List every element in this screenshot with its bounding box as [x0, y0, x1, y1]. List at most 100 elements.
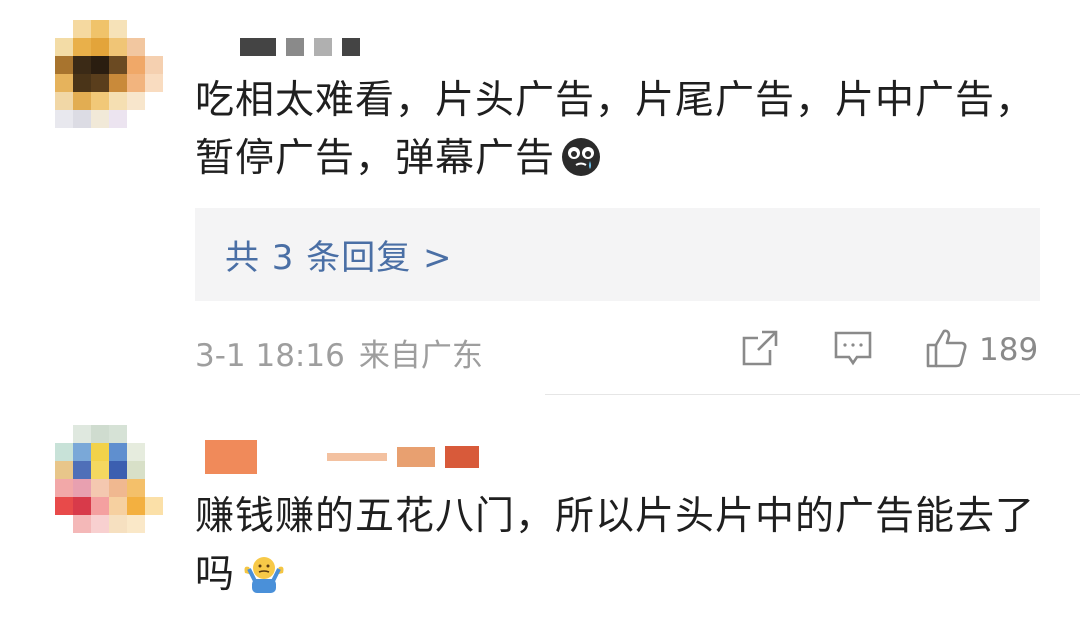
avatar-pixel [127, 20, 145, 38]
avatar-pixel [55, 497, 73, 515]
avatar-pixel [55, 515, 73, 533]
crying-face-emoji [561, 136, 601, 194]
username-block [342, 38, 360, 56]
avatar[interactable] [55, 20, 163, 128]
avatar-pixel [145, 425, 163, 443]
avatar-pixel [109, 110, 127, 128]
view-replies-button[interactable]: 共 3 条回复 > [195, 208, 1040, 301]
avatar-pixel [55, 20, 73, 38]
avatar-pixel [73, 20, 91, 38]
username-block [205, 440, 257, 474]
avatar-pixel [73, 38, 91, 56]
avatar-pixel [109, 74, 127, 92]
avatar-pixel [73, 425, 91, 443]
username-block [445, 446, 479, 468]
replies-label: 共 3 条回复 > [225, 238, 453, 278]
reply-button[interactable] [833, 328, 873, 372]
avatar-pixel [109, 92, 127, 110]
avatar-pixel [73, 497, 91, 515]
avatar-pixel [91, 461, 109, 479]
avatar-pixel [127, 74, 145, 92]
avatar-pixel [91, 38, 109, 56]
avatar-pixel [91, 425, 109, 443]
avatar-pixel [73, 92, 91, 110]
thumbs-up-icon [925, 327, 969, 373]
avatar-pixel [145, 497, 163, 515]
avatar-pixel [109, 461, 127, 479]
username-block [397, 447, 435, 467]
avatar-pixel [127, 515, 145, 533]
comment-body: 吃相太难看，片头广告，片尾广告，片中广告，暂停广告，弹幕广告 [195, 78, 1036, 181]
avatar-pixel [109, 425, 127, 443]
avatar-pixel [127, 38, 145, 56]
avatar-pixel [91, 56, 109, 74]
avatar-pixel [55, 425, 73, 443]
avatar-pixel [91, 92, 109, 110]
avatar-pixel [109, 479, 127, 497]
avatar-pixel [91, 20, 109, 38]
avatar-pixel [91, 74, 109, 92]
avatar-pixel [109, 38, 127, 56]
avatar-pixel [145, 461, 163, 479]
divider [545, 394, 1080, 395]
avatar-pixel [127, 56, 145, 74]
comment-body: 赚钱赚的五花八门，所以片头片中的广告能去了吗 [195, 494, 1036, 597]
avatar-pixel [91, 497, 109, 515]
avatar-pixel [55, 461, 73, 479]
avatar-pixel [145, 479, 163, 497]
avatar-pixel [109, 20, 127, 38]
avatar-pixel [145, 38, 163, 56]
avatar-pixel [73, 74, 91, 92]
username-block [314, 38, 332, 56]
comment-icon [833, 328, 873, 372]
avatar-pixel [109, 443, 127, 461]
avatar-pixel [73, 515, 91, 533]
timestamp: 3-1 18:16 [195, 338, 345, 374]
avatar-pixel [73, 443, 91, 461]
avatar-pixel [55, 443, 73, 461]
avatar-pixel [127, 461, 145, 479]
like-button[interactable]: 189 [925, 328, 1038, 372]
avatar-pixel [73, 461, 91, 479]
like-count: 189 [979, 332, 1039, 368]
avatar-pixel [55, 479, 73, 497]
comment-text: 吃相太难看，片头广告，片尾广告，片中广告，暂停广告，弹幕广告 [195, 72, 1055, 194]
avatar-pixel [91, 110, 109, 128]
avatar-pixel [55, 110, 73, 128]
avatar-pixel [145, 443, 163, 461]
avatar-pixel [145, 20, 163, 38]
avatar-pixel [109, 497, 127, 515]
avatar-pixel [73, 56, 91, 74]
comment-meta: 3-1 18:16 来自广东 [195, 330, 497, 375]
username-censored[interactable] [205, 440, 479, 474]
avatar-pixel [55, 74, 73, 92]
shrugging-person-emoji [241, 552, 287, 610]
comment-feed: 吃相太难看，片头广告，片尾广告，片中广告，暂停广告，弹幕广告 共 3 条回复 >… [0, 0, 1080, 623]
share-button[interactable] [740, 328, 780, 372]
avatar-pixel [55, 38, 73, 56]
avatar-pixel [145, 92, 163, 110]
share-icon [740, 328, 780, 372]
avatar-pixel [91, 443, 109, 461]
avatar-pixel [127, 425, 145, 443]
avatar-pixel [145, 56, 163, 74]
username-block [327, 453, 387, 461]
username-block [240, 38, 276, 56]
avatar-pixel [127, 443, 145, 461]
avatar-pixel [91, 515, 109, 533]
avatar-pixel [73, 479, 91, 497]
avatar-pixel [127, 479, 145, 497]
username-censored[interactable] [240, 38, 360, 56]
avatar-pixel [127, 110, 145, 128]
location: 来自广东 [358, 338, 483, 374]
avatar-pixel [91, 479, 109, 497]
avatar-pixel [109, 56, 127, 74]
comment-text: 赚钱赚的五花八门，所以片头片中的广告能去了吗 [195, 488, 1055, 610]
avatar[interactable] [55, 425, 163, 533]
avatar-pixel [127, 92, 145, 110]
avatar-pixel [145, 110, 163, 128]
username-block [286, 38, 304, 56]
avatar-pixel [73, 110, 91, 128]
avatar-pixel [55, 56, 73, 74]
avatar-pixel [127, 497, 145, 515]
